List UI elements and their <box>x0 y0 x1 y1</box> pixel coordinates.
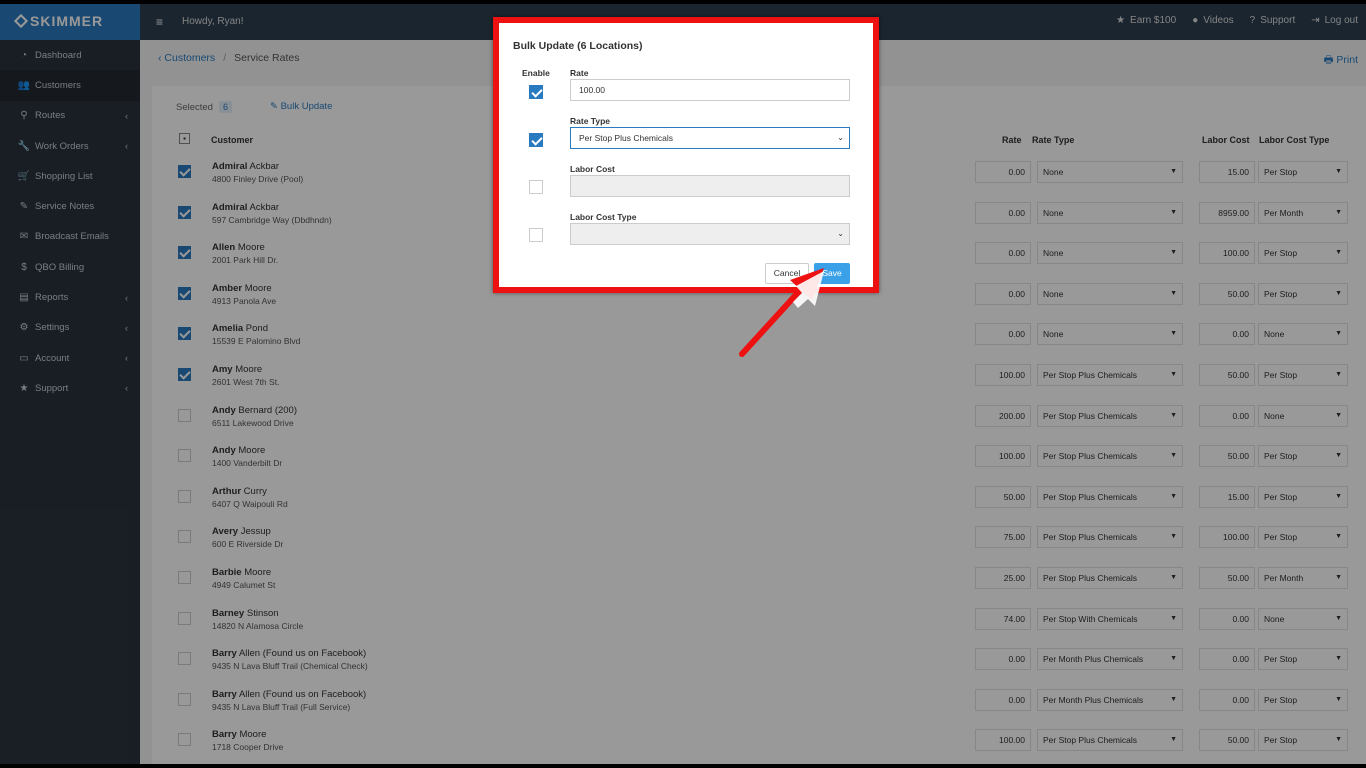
bulk-update-modal: Bulk Update (6 Locations) Enable Rate 10… <box>493 17 879 293</box>
app-window: SKIMMER ≡ Howdy, Ryan! ★ Earn $100 ● Videos… <box>0 4 1366 764</box>
labor-cost-label: Labor Cost <box>570 164 615 174</box>
arrow-shaft <box>739 283 807 357</box>
callout-arrow-icon <box>739 268 824 357</box>
rate-label: Rate <box>570 68 589 78</box>
rate-type-label: Rate Type <box>570 116 610 126</box>
chevron-down-icon: ⌄ <box>837 229 844 238</box>
labor-cost-input[interactable] <box>570 175 850 197</box>
labor-cost-enable-checkbox[interactable] <box>529 180 543 194</box>
labor-cost-type-label: Labor Cost Type <box>570 212 637 222</box>
rate-input[interactable]: 100.00 <box>570 79 850 101</box>
rate-type-select[interactable]: Per Stop Plus Chemicals ⌄ <box>570 127 850 149</box>
rate-enable-checkbox[interactable] <box>529 85 543 99</box>
enable-column-label: Enable <box>522 68 550 78</box>
rate-type-enable-checkbox[interactable] <box>529 133 543 147</box>
labor-cost-type-enable-checkbox[interactable] <box>529 228 543 242</box>
modal-title: Bulk Update (6 Locations) <box>513 40 643 52</box>
chevron-down-icon: ⌄ <box>837 133 844 142</box>
labor-cost-type-select[interactable]: ⌄ <box>570 223 850 245</box>
rate-type-value: Per Stop Plus Chemicals <box>579 133 674 143</box>
